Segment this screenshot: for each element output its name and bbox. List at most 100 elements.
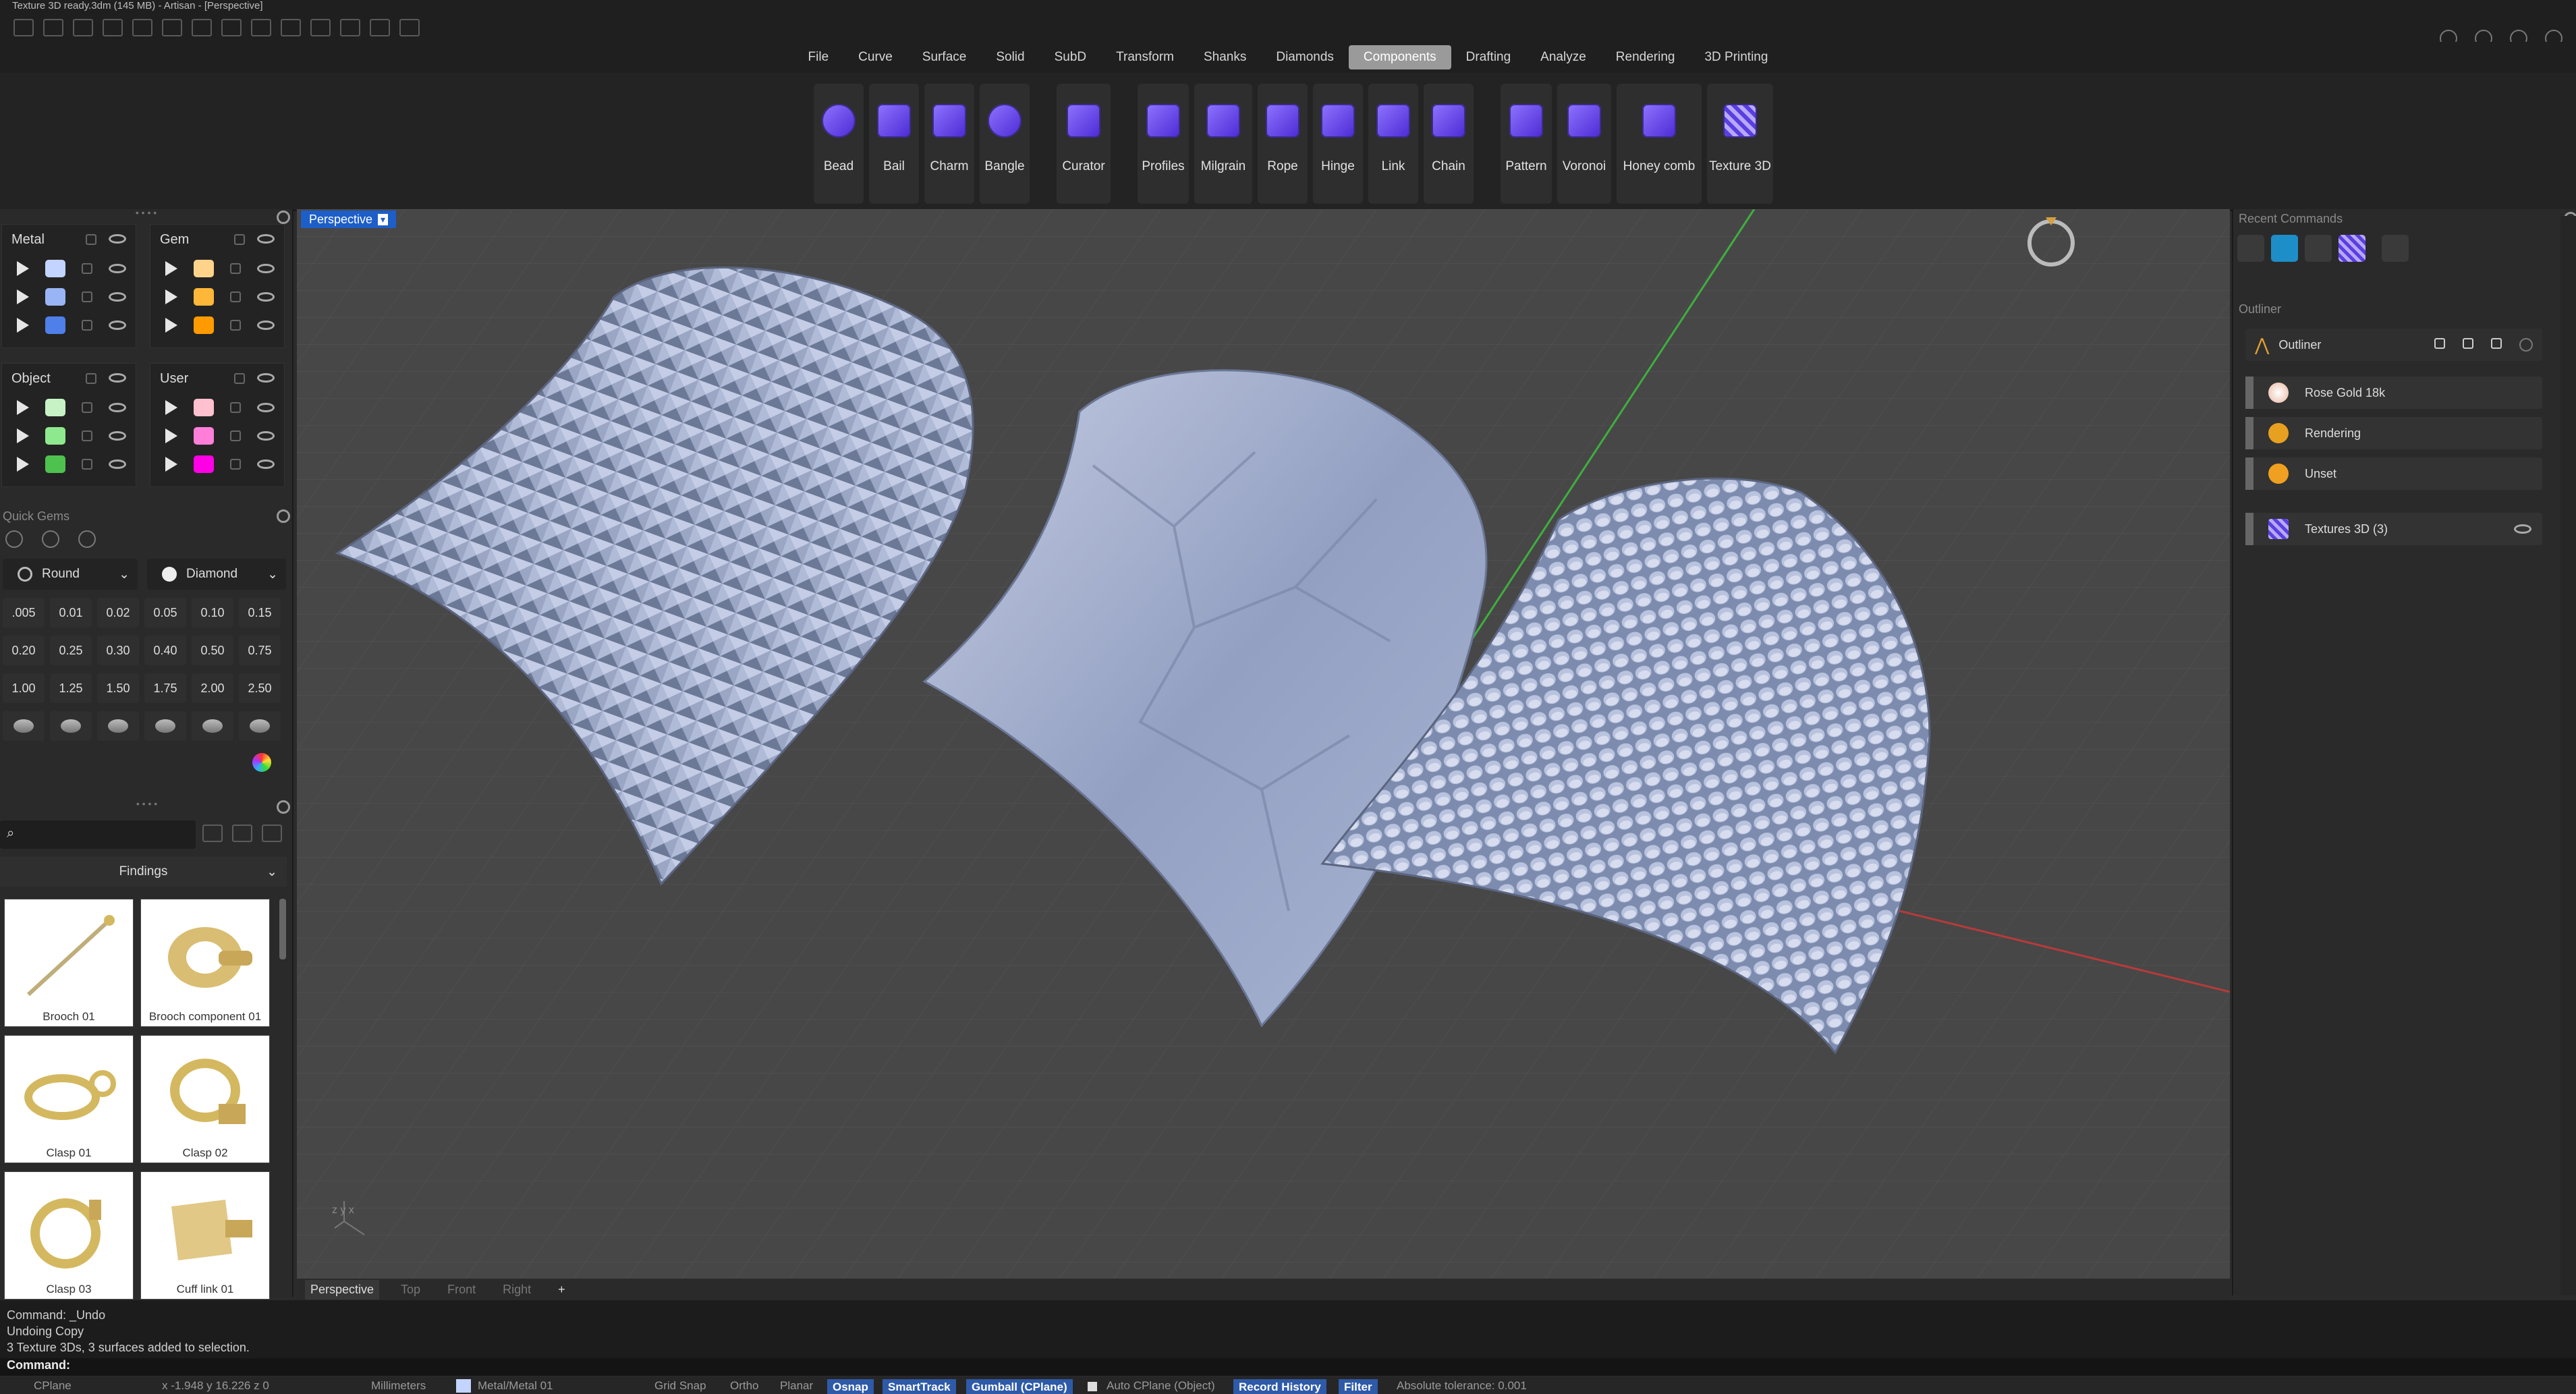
- open-template-icon[interactable]: [43, 19, 63, 36]
- layer-row[interactable]: [150, 283, 284, 311]
- bead-button[interactable]: Bead: [814, 84, 864, 204]
- import-icon[interactable]: [103, 19, 123, 36]
- eye-icon[interactable]: [257, 292, 275, 302]
- hinge-button[interactable]: Hinge: [1313, 84, 1363, 204]
- transform-icon[interactable]: [310, 19, 331, 36]
- play-icon[interactable]: [165, 318, 177, 333]
- recent-save-icon[interactable]: [2305, 235, 2332, 262]
- gumball-toggle[interactable]: Gumball (CPlane): [966, 1379, 1073, 1394]
- play-icon[interactable]: [17, 428, 29, 443]
- gem-size-button[interactable]: 1.75: [144, 673, 186, 703]
- refresh-icon[interactable]: [2519, 338, 2533, 352]
- status-units[interactable]: Millimeters: [371, 1379, 426, 1393]
- folder-add-icon[interactable]: [232, 825, 252, 842]
- edit-icon[interactable]: [2491, 338, 2502, 349]
- menu-transform[interactable]: Transform: [1101, 45, 1189, 69]
- lock-icon[interactable]: [86, 373, 96, 384]
- layer-row[interactable]: [2, 422, 136, 450]
- tab-right[interactable]: Right: [497, 1280, 536, 1300]
- settings-icon[interactable]: [5, 530, 23, 548]
- gem-material-dropdown[interactable]: Diamond ⌄: [147, 559, 286, 590]
- play-icon[interactable]: [17, 289, 29, 304]
- outliner-item[interactable]: Textures 3D (3): [2245, 513, 2542, 545]
- layer-row[interactable]: [150, 311, 284, 339]
- play-icon[interactable]: [165, 261, 177, 276]
- undo-icon[interactable]: [132, 19, 152, 36]
- outliner-item[interactable]: Unset: [2245, 457, 2542, 490]
- lock-icon[interactable]: [82, 430, 92, 441]
- findings-scrollbar[interactable]: [279, 899, 286, 959]
- ortho-toggle[interactable]: Ortho: [730, 1379, 759, 1393]
- new-file-icon[interactable]: [13, 19, 34, 36]
- gem-cut-button[interactable]: [50, 711, 92, 741]
- smarttrack-toggle[interactable]: SmartTrack: [883, 1379, 956, 1394]
- menu-surface[interactable]: Surface: [907, 45, 981, 69]
- eye-icon[interactable]: [109, 234, 126, 244]
- filter-toggle[interactable]: Filter: [1339, 1379, 1378, 1394]
- bail-button[interactable]: Bail: [869, 84, 919, 204]
- eye-icon[interactable]: [109, 373, 126, 383]
- play-icon[interactable]: [17, 318, 29, 333]
- gem-cut-button[interactable]: [97, 711, 139, 741]
- play-icon[interactable]: [165, 457, 177, 472]
- panel-grip[interactable]: • • • •: [0, 799, 293, 810]
- visibility-icon[interactable]: [2514, 524, 2531, 534]
- menu-components[interactable]: Components: [1348, 45, 1451, 69]
- texture-3d-button[interactable]: Texture 3D: [1707, 84, 1773, 204]
- gem-size-button[interactable]: 2.00: [192, 673, 233, 703]
- menu-3d-printing[interactable]: 3D Printing: [1689, 45, 1783, 69]
- gem-size-button[interactable]: 0.20: [3, 636, 45, 665]
- layer-row[interactable]: [2, 450, 136, 478]
- eye-icon[interactable]: [257, 320, 275, 330]
- chain-button[interactable]: Chain: [1424, 84, 1474, 204]
- play-icon[interactable]: [17, 261, 29, 276]
- scale-icon[interactable]: [340, 19, 360, 36]
- menu-curve[interactable]: Curve: [843, 45, 907, 69]
- panel-grip[interactable]: • • • •: [0, 208, 292, 219]
- voronoi-button[interactable]: Voronoi: [1557, 84, 1611, 204]
- status-layer[interactable]: Metal/Metal 01: [478, 1379, 553, 1393]
- menu-analyze[interactable]: Analyze: [1525, 45, 1601, 69]
- lock-icon[interactable]: [230, 291, 241, 302]
- eye-icon[interactable]: [257, 234, 275, 244]
- layer-color-swatch[interactable]: [194, 427, 214, 445]
- layer-row[interactable]: [2, 393, 136, 422]
- findings-category-dropdown[interactable]: Findings ⌄: [0, 857, 287, 887]
- eye-icon[interactable]: [257, 431, 275, 441]
- layer-row[interactable]: [2, 311, 136, 339]
- layer-color-swatch[interactable]: [194, 288, 214, 306]
- finding-thumbnail[interactable]: Brooch component 01: [140, 899, 270, 1027]
- gem-size-button[interactable]: .005: [3, 598, 45, 628]
- gumball-icon[interactable]: [399, 19, 420, 36]
- add-viewport-button[interactable]: +: [553, 1280, 571, 1300]
- gem-size-button[interactable]: 1.25: [50, 673, 92, 703]
- gem-cut-button[interactable]: [192, 711, 233, 741]
- lock-icon[interactable]: [86, 234, 96, 245]
- refresh-icon[interactable]: [262, 825, 282, 842]
- record-history-toggle[interactable]: Record History: [1233, 1379, 1326, 1394]
- eye-icon[interactable]: [257, 403, 275, 412]
- lock-icon[interactable]: [230, 320, 241, 331]
- gem-size-button[interactable]: 1.50: [97, 673, 139, 703]
- gem-cut-button[interactable]: [144, 711, 186, 741]
- tab-top[interactable]: Top: [395, 1280, 426, 1300]
- gem-cut-button[interactable]: [239, 711, 281, 741]
- redo-icon[interactable]: [162, 19, 182, 36]
- rope-button[interactable]: Rope: [1258, 84, 1308, 204]
- menu-solid[interactable]: Solid: [981, 45, 1039, 69]
- link-button[interactable]: Link: [1368, 84, 1418, 204]
- eye-icon[interactable]: [257, 373, 275, 383]
- search-input[interactable]: ⌕: [0, 820, 196, 849]
- menu-drafting[interactable]: Drafting: [1451, 45, 1526, 69]
- lock-icon[interactable]: [230, 263, 241, 274]
- bangle-button[interactable]: Bangle: [980, 84, 1030, 204]
- lock-icon[interactable]: [230, 430, 241, 441]
- menu-shanks[interactable]: Shanks: [1189, 45, 1261, 69]
- grid-snap-toggle[interactable]: Grid Snap: [654, 1379, 706, 1393]
- eye-icon[interactable]: [109, 264, 126, 273]
- menu-subd[interactable]: SubD: [1040, 45, 1102, 69]
- copy-icon[interactable]: [251, 19, 271, 36]
- layer-row[interactable]: [2, 283, 136, 311]
- eye-icon[interactable]: [257, 459, 275, 469]
- pick-icon[interactable]: [2434, 338, 2445, 349]
